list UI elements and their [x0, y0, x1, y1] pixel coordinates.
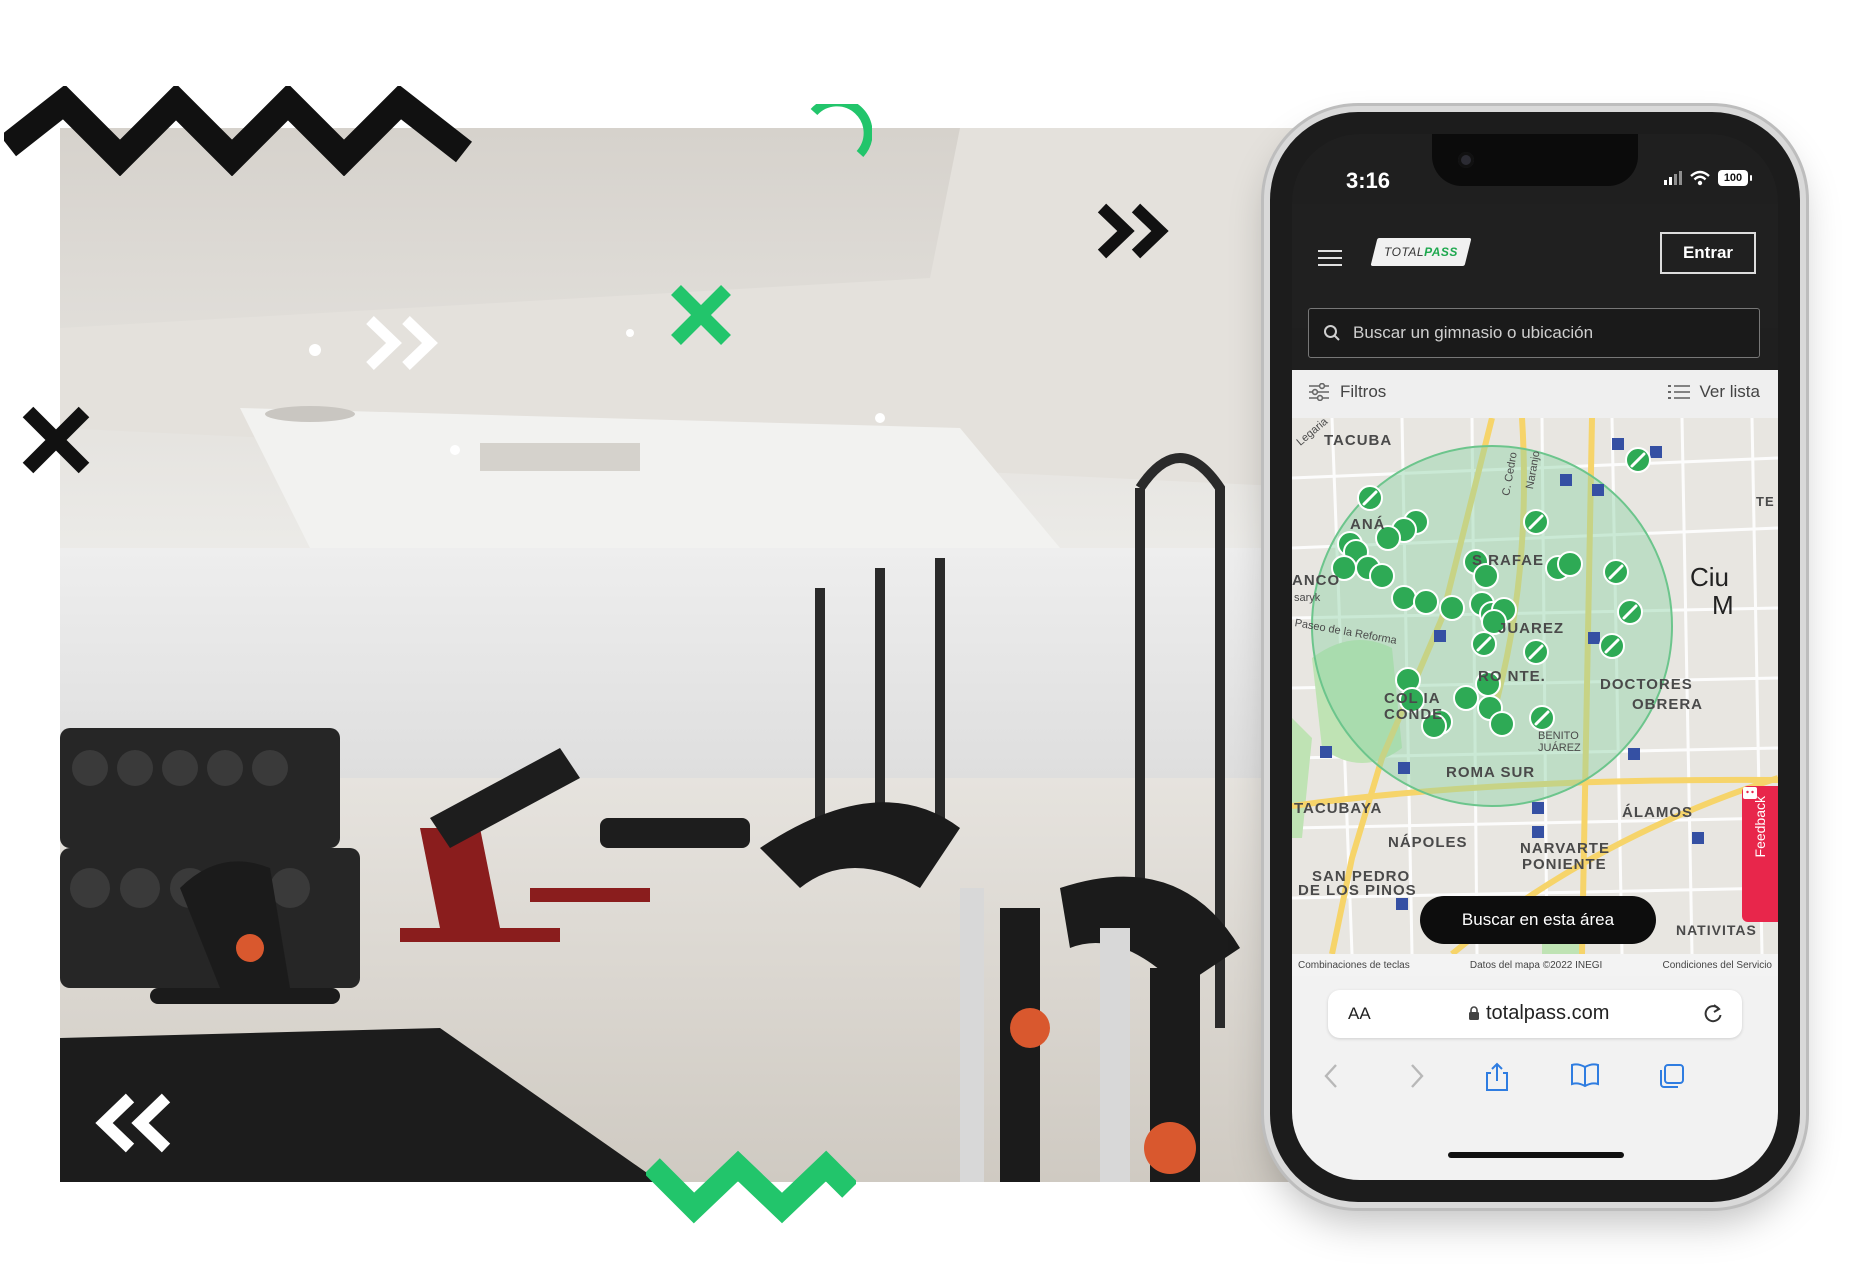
map-label-ciudad-2: M: [1712, 590, 1734, 620]
gym-map[interactable]: TACUBA ANÁ ANCO saryk S RAFAE JUAREZ RO …: [1292, 418, 1778, 954]
search-placeholder: Buscar un gimnasio o ubicación: [1353, 323, 1594, 342]
arc-icon: [810, 104, 872, 158]
map-label-tacubaya: TACUBAYA: [1294, 800, 1383, 817]
home-indicator[interactable]: [1448, 1152, 1624, 1158]
share-icon[interactable]: [1484, 1062, 1510, 1092]
feedback-icon: [1743, 787, 1757, 799]
url-display[interactable]: totalpass.com: [1468, 1002, 1609, 1025]
search-area-button[interactable]: Buscar en esta área: [1420, 896, 1656, 944]
zigzag-icon: [4, 86, 473, 176]
lock-icon: [1469, 1006, 1479, 1020]
safari-toolbar: AA totalpass.com: [1292, 976, 1778, 1180]
wifi-icon: [1690, 170, 1710, 186]
double-chevron-right-icon: [1097, 203, 1169, 259]
map-label-juarez: JUAREZ: [1498, 620, 1565, 637]
filter-bar: Filtros Ver lista: [1292, 370, 1778, 418]
map-label-los-pinos: DE LOS PINOS: [1298, 882, 1417, 899]
feedback-tab[interactable]: Feedback: [1742, 786, 1778, 922]
browser-nav: [1292, 1058, 1778, 1098]
map-label-saryk: saryk: [1294, 592, 1321, 604]
map-label-narvarte: NARVARTE: [1520, 840, 1610, 857]
x-mark-icon: [22, 406, 90, 474]
map-label-anco: ANCO: [1292, 572, 1341, 589]
phone-mockup: 3:16 100 TOTALPASS Entrar Buscar un gimn…: [1270, 112, 1800, 1202]
map-label-san-rafael: S RAFAE: [1472, 552, 1545, 569]
search-icon: [1324, 325, 1340, 341]
map-label-obrera: OBRERA: [1632, 696, 1704, 713]
notch: [1432, 134, 1638, 186]
keyboard-shortcuts-link[interactable]: Combinaciones de teclas: [1298, 960, 1410, 971]
signal-icon: [1664, 171, 1682, 185]
map-label-benito: BENITO: [1538, 730, 1579, 742]
bookmarks-icon[interactable]: [1570, 1062, 1600, 1088]
map-label-conde: CONDE: [1384, 706, 1444, 723]
feedback-label: Feedback: [1752, 796, 1768, 858]
list-icon: [1667, 385, 1690, 399]
double-chevron-left-icon: [95, 1093, 171, 1153]
filter-icon: [1309, 383, 1329, 401]
login-button[interactable]: Entrar: [1660, 232, 1756, 274]
logo-total: TOTAL: [1384, 245, 1425, 259]
map-label-napoles: NÁPOLES: [1388, 834, 1468, 851]
map-label-te: TE: [1756, 494, 1775, 509]
filters-label: Filtros: [1340, 382, 1387, 401]
map-attribution: Combinaciones de teclas Datos del mapa ©…: [1292, 954, 1778, 976]
view-list-button[interactable]: Ver lista: [1667, 382, 1760, 402]
terms-link[interactable]: Condiciones del Servicio: [1662, 960, 1772, 971]
tabs-icon[interactable]: [1658, 1062, 1686, 1090]
text-size-button[interactable]: AA: [1348, 1004, 1371, 1024]
totalpass-logo[interactable]: TOTALPASS: [1370, 238, 1472, 266]
back-icon[interactable]: [1322, 1062, 1340, 1090]
double-chevron-right-icon: [366, 316, 438, 370]
phone-screen: 3:16 100 TOTALPASS Entrar Buscar un gimn…: [1292, 134, 1778, 1180]
url-text: totalpass.com: [1486, 1002, 1610, 1024]
camera-icon: [1458, 152, 1474, 168]
map-data-credit: Datos del mapa ©2022 INEGI: [1469, 959, 1603, 971]
map-label-roma-sur: ROMA SUR: [1446, 764, 1536, 781]
address-bar[interactable]: AA totalpass.com: [1328, 990, 1742, 1038]
map-label-alamos: ÁLAMOS: [1622, 804, 1693, 821]
promo-canvas: 3:16 100 TOTALPASS Entrar Buscar un gimn…: [0, 0, 1853, 1269]
filters-button[interactable]: Filtros: [1308, 382, 1386, 402]
map-label-ciudad: Ciu: [1690, 562, 1730, 592]
map-label-roma-norte: RO NTE.: [1478, 668, 1546, 685]
map-label-nativitas: NATIVITAS: [1676, 922, 1757, 938]
search-input[interactable]: Buscar un gimnasio o ubicación: [1308, 308, 1760, 358]
status-icons: 100: [1664, 170, 1752, 186]
menu-icon[interactable]: [1318, 250, 1342, 266]
status-time: 3:16: [1346, 168, 1391, 193]
map-label-colonia: COL IA: [1384, 690, 1441, 707]
battery-icon: 100: [1718, 170, 1752, 186]
reload-icon[interactable]: [1702, 1002, 1724, 1024]
map-label-benito-juarez: JUÁREZ: [1538, 742, 1581, 754]
map-label-anahuac: ANÁ: [1350, 516, 1386, 533]
map-label-tacuba: TACUBA: [1324, 432, 1393, 449]
zigzag-icon: [646, 1150, 856, 1224]
map-label-doctores: DOCTORES: [1600, 676, 1693, 693]
view-list-label: Ver lista: [1699, 382, 1760, 401]
map-label-poniente: PONIENTE: [1522, 856, 1607, 873]
x-mark-icon: [671, 285, 731, 345]
logo-pass: PASS: [1424, 245, 1458, 259]
forward-icon[interactable]: [1408, 1062, 1426, 1090]
